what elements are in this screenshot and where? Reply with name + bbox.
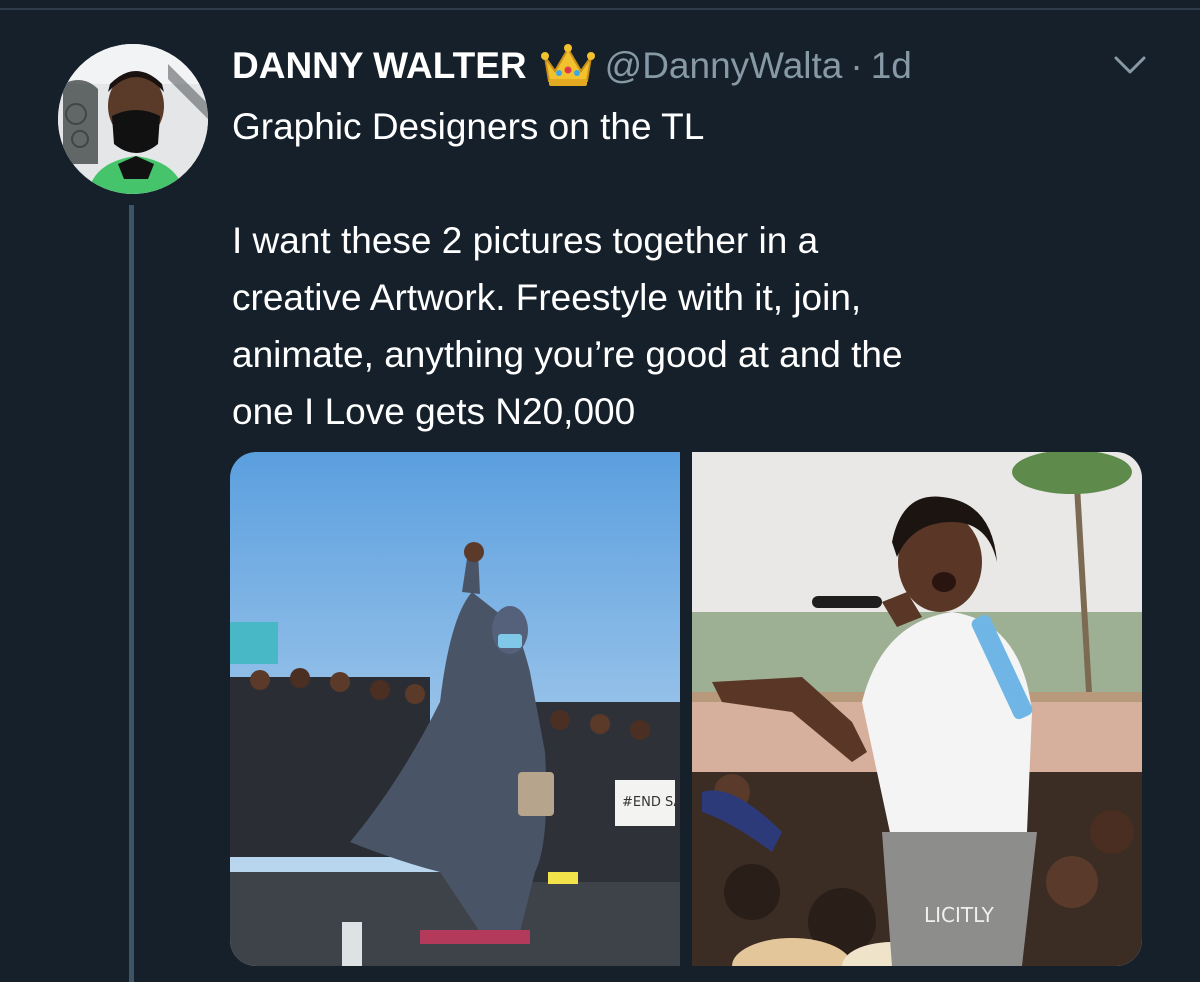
shirt-text: LICITLY [924, 903, 995, 927]
media-photo-protest-speaker[interactable]: LICITLY [692, 452, 1142, 966]
crown-icon [540, 43, 595, 89]
top-divider [0, 8, 1200, 10]
chevron-down-icon[interactable] [1110, 50, 1150, 80]
separator-dot: · [850, 45, 863, 86]
tweet-media: #END SARS LICITLY [230, 452, 1142, 966]
tweet-text-line: one I Love gets N20,000 [232, 391, 636, 432]
author-handle[interactable]: @DannyWalta [605, 45, 843, 87]
tweet-text-line: creative Artwork. Freestyle with it, joi… [232, 277, 862, 318]
thread-line [129, 205, 134, 982]
tweet-text-line: I want these 2 pictures together in a [232, 220, 819, 261]
tweet-text-line: animate, anything you’re good at and the [232, 334, 903, 375]
avatar[interactable] [58, 44, 208, 194]
placard-text: #END SARS [622, 795, 680, 810]
avatar-image [58, 44, 208, 194]
tweet-text-line: Graphic Designers on the TL [232, 106, 705, 147]
author-name[interactable]: DANNY WALTER [232, 45, 527, 87]
tweet-text: Graphic Designers on the TL I want these… [232, 98, 1132, 440]
tweet-timestamp[interactable]: 1d [871, 45, 912, 87]
tweet-header: DANNY WALTER @DannyWalta · 1d [232, 38, 912, 94]
media-photo-protest-raised-fist[interactable]: #END SARS [230, 452, 680, 966]
